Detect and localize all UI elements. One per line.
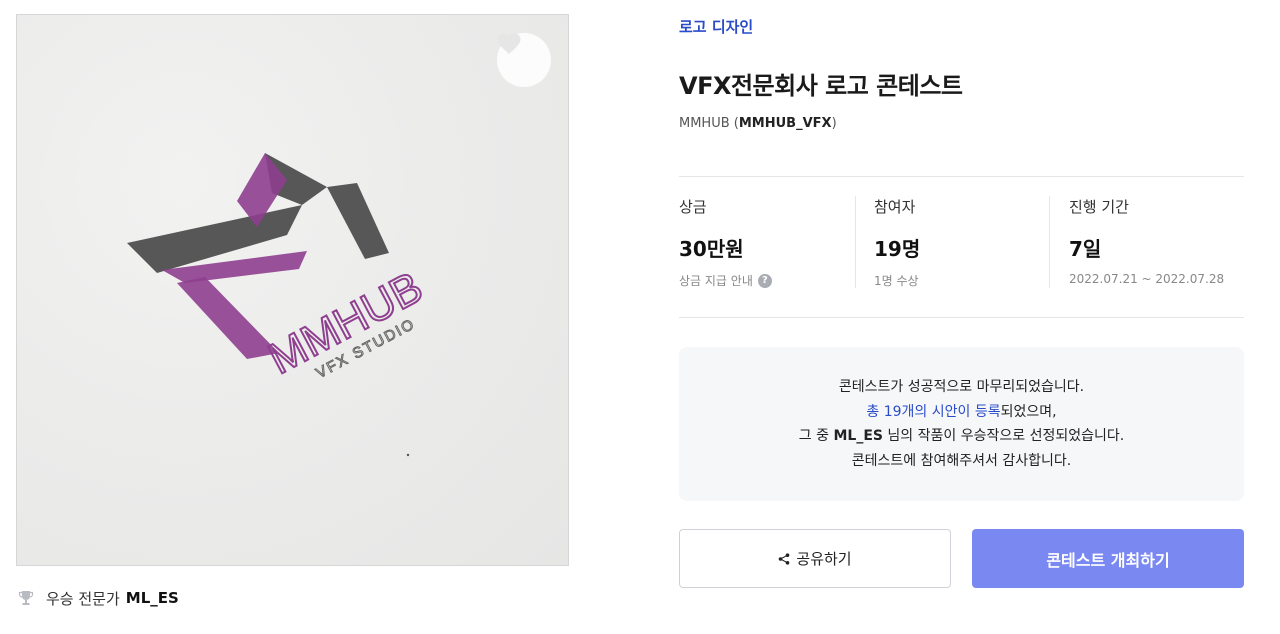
contest-host: MMHUB (MMHUB_VFX): [679, 116, 837, 131]
trophy-icon: [18, 591, 34, 605]
contest-category[interactable]: 로고 디자인: [679, 16, 753, 37]
prize-label: 상금: [679, 198, 707, 216]
winner-info: 우승 전문가 ML_ES: [18, 588, 179, 608]
share-icon: [779, 552, 790, 565]
notice-line-2-rest: 되었으며,: [1000, 403, 1057, 420]
divider-top: [679, 176, 1244, 177]
stat-participants: 참여자 19명 1명 수상: [874, 196, 920, 292]
share-button-label: 공유하기: [796, 550, 852, 568]
participants-label: 참여자: [874, 198, 916, 216]
prize-value: 30만원: [679, 237, 744, 261]
period-label: 진행 기간: [1069, 198, 1129, 216]
notice-line-3-prefix: 그 중: [798, 428, 834, 444]
notice-line-4: 콘테스트에 참여해주셔서 감사합니다.: [851, 452, 1072, 469]
stat-period: 진행 기간 7일 2022.07.21 ~ 2022.07.28: [1069, 196, 1224, 292]
submissions-count-link[interactable]: 총 19개의 시안이 등록: [866, 404, 1000, 420]
notice-line-2: 총 19개의 시안이 등록되었으며,: [866, 400, 1056, 425]
notice-winner-name: ML_ES: [833, 428, 883, 444]
help-icon[interactable]: ?: [757, 273, 772, 288]
winning-artwork-image[interactable]: MMHUB VFX STUDIO: [16, 14, 569, 566]
contest-result-notice: 콘테스트가 성공적으로 마무리되었습니다. 총 19개의 시안이 등록되었으며,…: [679, 347, 1244, 501]
share-button[interactable]: 공유하기: [679, 529, 951, 588]
participants-value: 19명: [874, 237, 921, 261]
stat-separator: [1049, 196, 1050, 288]
mmhub-logo-artwork: MMHUB VFX STUDIO: [127, 153, 431, 457]
prize-payment-info-label: 상금 지급 안내: [679, 274, 753, 288]
heart-icon: [497, 33, 521, 54]
stat-separator: [855, 196, 856, 288]
host-contest-button[interactable]: 콘테스트 개최하기: [972, 529, 1244, 588]
host-id[interactable]: MMHUB_VFX: [739, 116, 832, 131]
notice-line-3-rest: 님의 작품이 우승작으로 선정되었습니다.: [882, 428, 1125, 444]
host-name: MMHUB: [679, 116, 730, 131]
participants-awarded: 1명 수상: [874, 274, 919, 288]
stat-prize: 상금 30만원 상금 지급 안내 ?: [679, 196, 772, 292]
winner-name[interactable]: ML_ES: [126, 589, 179, 607]
period-dates: 2022.07.21 ~ 2022.07.28: [1069, 272, 1225, 286]
host-contest-button-label: 콘테스트 개최하기: [1046, 550, 1170, 570]
prize-payment-info[interactable]: 상금 지급 안내 ?: [679, 272, 772, 289]
like-button[interactable]: [497, 33, 551, 87]
period-value: 7일: [1069, 237, 1102, 261]
contest-title: VFX전문회사 로고 콘테스트: [679, 72, 963, 100]
notice-line-3: 그 중 ML_ES 님의 작품이 우승작으로 선정되었습니다.: [799, 424, 1124, 449]
notice-line-1: 콘테스트가 성공적으로 마무리되었습니다.: [838, 379, 1085, 395]
divider-bottom: [679, 317, 1244, 318]
winner-label: 우승 전문가: [46, 589, 120, 608]
